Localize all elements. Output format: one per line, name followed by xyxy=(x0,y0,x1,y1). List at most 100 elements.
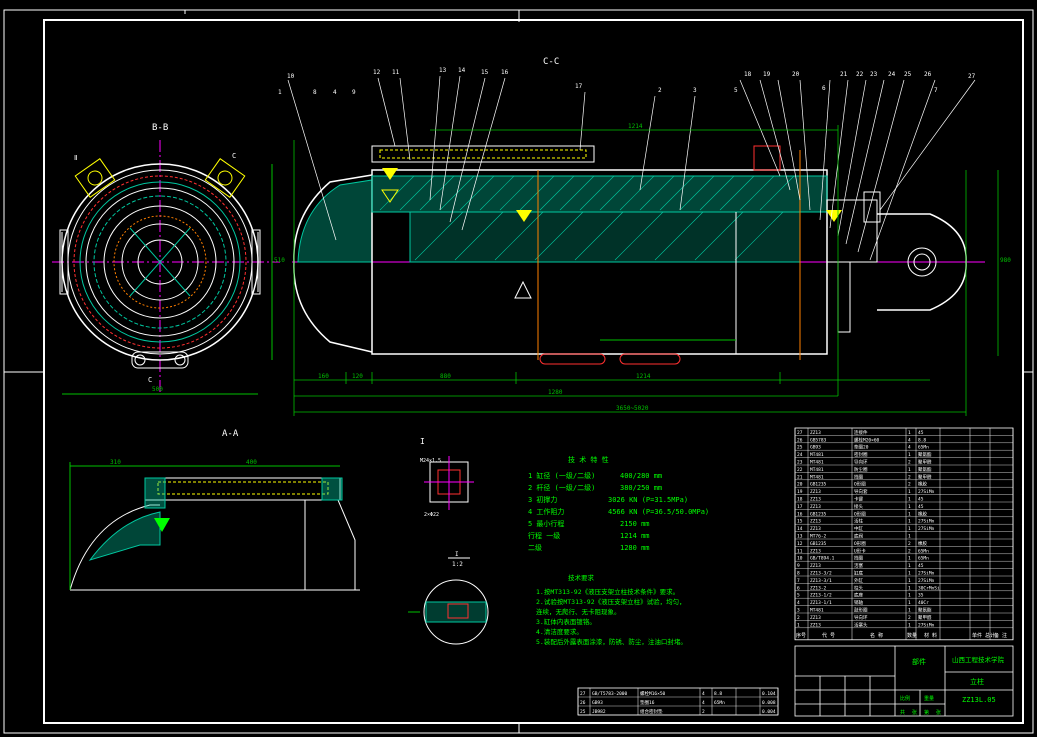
bom-cell: 柱头 xyxy=(854,584,863,591)
bom-cell: 2 xyxy=(908,460,911,466)
section-aa: A-A 310 400 xyxy=(69,429,360,591)
bom-cell: 2 xyxy=(908,548,911,554)
svg-text:400/280 mm: 400/280 mm xyxy=(620,472,662,480)
detail-dim: M24×1.5 xyxy=(420,458,441,464)
svg-text:5.装配后外露表面涂漆，防锈、防尘，注油口封堵。: 5.装配后外露表面涂漆，防锈、防尘，注油口封堵。 xyxy=(536,637,687,646)
bom-header: 备 注 xyxy=(994,632,1007,639)
bom-cell: 21 xyxy=(797,474,803,480)
bom-cell: 1 xyxy=(908,563,911,569)
lower-left-table: 27 GB/T5783-2000 螺栓M16×50 4 8.8 0.104 26 GB93 垫圈… xyxy=(577,687,779,716)
bom-cell: ZZ13 xyxy=(810,489,821,495)
bom-cell: ZZ13 xyxy=(810,622,821,628)
cc-seg1-dim: 160 xyxy=(318,373,329,380)
svg-text:张: 张 xyxy=(936,709,941,716)
title-drawing-name: 立柱 xyxy=(970,677,984,686)
lower-table-cell: 26 xyxy=(580,700,586,706)
callout-17: 17 xyxy=(575,83,583,90)
callout-27: 27 xyxy=(968,73,976,80)
bom-cell: 1 xyxy=(908,578,911,584)
svg-text:C: C xyxy=(148,376,152,384)
bom-cell: ZZ13 xyxy=(810,526,821,532)
view-bb-label: B-B xyxy=(152,123,168,133)
bom-cell: 6 xyxy=(797,585,800,591)
bom-cell: 螺栓M20×60 xyxy=(854,436,880,443)
bom-cell: GB5783 xyxy=(810,437,827,443)
cc-right-dim: 980 xyxy=(1000,257,1011,264)
bom-cell: 1 xyxy=(908,526,911,532)
bom-cell: ZZ13-2 xyxy=(810,585,827,591)
bom-cell: 23 xyxy=(797,460,803,466)
lower-table-cell: 0.004 xyxy=(762,709,776,715)
lower-table-cell: GB/T5783-2000 xyxy=(592,691,628,697)
callout-10: 10 xyxy=(287,73,295,80)
lower-table-cell: 27 xyxy=(580,691,586,697)
bom-cell: 11 xyxy=(797,548,803,554)
bom-cell: MT481 xyxy=(810,460,824,466)
svg-text:1 缸径 (一级/二级): 1 缸径 (一级/二级) xyxy=(528,471,595,480)
svg-text:3026 KN (P=31.5MPa): 3026 KN (P=31.5MPa) xyxy=(608,496,688,504)
bom-cell: MT481 xyxy=(810,608,824,614)
bom-cell: 1 xyxy=(908,608,911,614)
detail-scale-num: I xyxy=(455,551,459,558)
cc-seg5-dim: 1280 xyxy=(548,389,563,396)
cc-seg3-dim: 880 xyxy=(440,373,451,380)
bom-cell: 连接件 xyxy=(854,429,868,436)
bom-cell: 8 xyxy=(797,571,800,577)
callout-21: 21 xyxy=(840,71,848,78)
bom-cell: 1 xyxy=(908,534,911,540)
bom-cell: GB1235 xyxy=(810,541,827,547)
cc-seg2-dim: 120 xyxy=(352,373,363,380)
bom-cell: 导向环 xyxy=(854,614,868,621)
callout-16: 16 xyxy=(501,69,509,76)
callout-8: 8 xyxy=(313,89,317,96)
bom-cell: 活塞头 xyxy=(854,621,868,628)
bom-cell: ZZ13 xyxy=(810,615,821,621)
bom-cell: ZZ13 xyxy=(810,497,821,503)
bom-cell: 27SiMn xyxy=(918,578,935,584)
callout-11: 11 xyxy=(392,69,400,76)
bom-cell: 1 xyxy=(908,571,911,577)
bom-cell: 2 xyxy=(908,541,911,547)
bom-cell: 接头 xyxy=(854,503,863,510)
bom-cell: 销轴 xyxy=(854,599,863,606)
bom-cell: 鼓形圈 xyxy=(854,607,868,614)
lower-table-cell: 25 xyxy=(580,709,586,715)
bom-header: 数量 xyxy=(907,632,917,639)
svg-text:张: 张 xyxy=(912,709,917,716)
bom-cell: 13 xyxy=(797,534,803,540)
svg-text:Ⅱ: Ⅱ xyxy=(74,154,77,162)
bom-cell: ZZ13-3/1 xyxy=(810,578,832,584)
lower-table-cell: 0.104 xyxy=(762,691,776,697)
callout-13: 13 xyxy=(439,67,447,74)
lower-table-cell: 垫圈16 xyxy=(640,699,655,706)
bom-cell: 挡圈 xyxy=(854,473,863,480)
callout-6: 6 xyxy=(822,85,826,92)
bom-cell: MT481 xyxy=(810,474,824,480)
bom-cell: 1 xyxy=(908,467,911,473)
bom-cell: 5 xyxy=(797,593,800,599)
bom-cell: 45 xyxy=(918,563,924,569)
svg-text:1214 mm: 1214 mm xyxy=(620,532,650,540)
bom-cell: 活柱 xyxy=(854,518,863,525)
lower-table-cell: 螺栓M16×50 xyxy=(640,690,666,697)
bom-cell: O形圈 xyxy=(854,540,866,547)
bom-cell: 27SiMn xyxy=(918,519,935,525)
bom-cell: 底阀 xyxy=(854,533,863,540)
bom-cell: 导向环 xyxy=(854,459,868,466)
lower-table-cell: 4 xyxy=(702,700,705,706)
bom-cell: ZZ13 xyxy=(810,504,821,510)
detail-i: I M24×1.5 2×Φ22 I 1:2 xyxy=(408,437,489,645)
callout-5: 5 xyxy=(734,87,738,94)
svg-text:1280 mm: 1280 mm xyxy=(620,544,650,552)
bom-cell: GB1235 xyxy=(810,511,827,517)
view-bb: B-B Ⅱ C C 500 510 xyxy=(52,123,285,395)
bb-height-dim: 510 xyxy=(274,257,285,264)
bom-cell: 1 xyxy=(908,600,911,606)
detail-i-label: I xyxy=(420,437,425,446)
bom-cell: 20 xyxy=(797,482,803,488)
bom-cell: 中缸 xyxy=(854,525,863,532)
cc-seg4-dim: 1214 xyxy=(636,373,651,380)
svg-text:3.缸体内表面镀铬。: 3.缸体内表面镀铬。 xyxy=(536,617,596,626)
bom-cell: 导向套 xyxy=(854,488,868,495)
bom-cell: 1 xyxy=(908,452,911,458)
